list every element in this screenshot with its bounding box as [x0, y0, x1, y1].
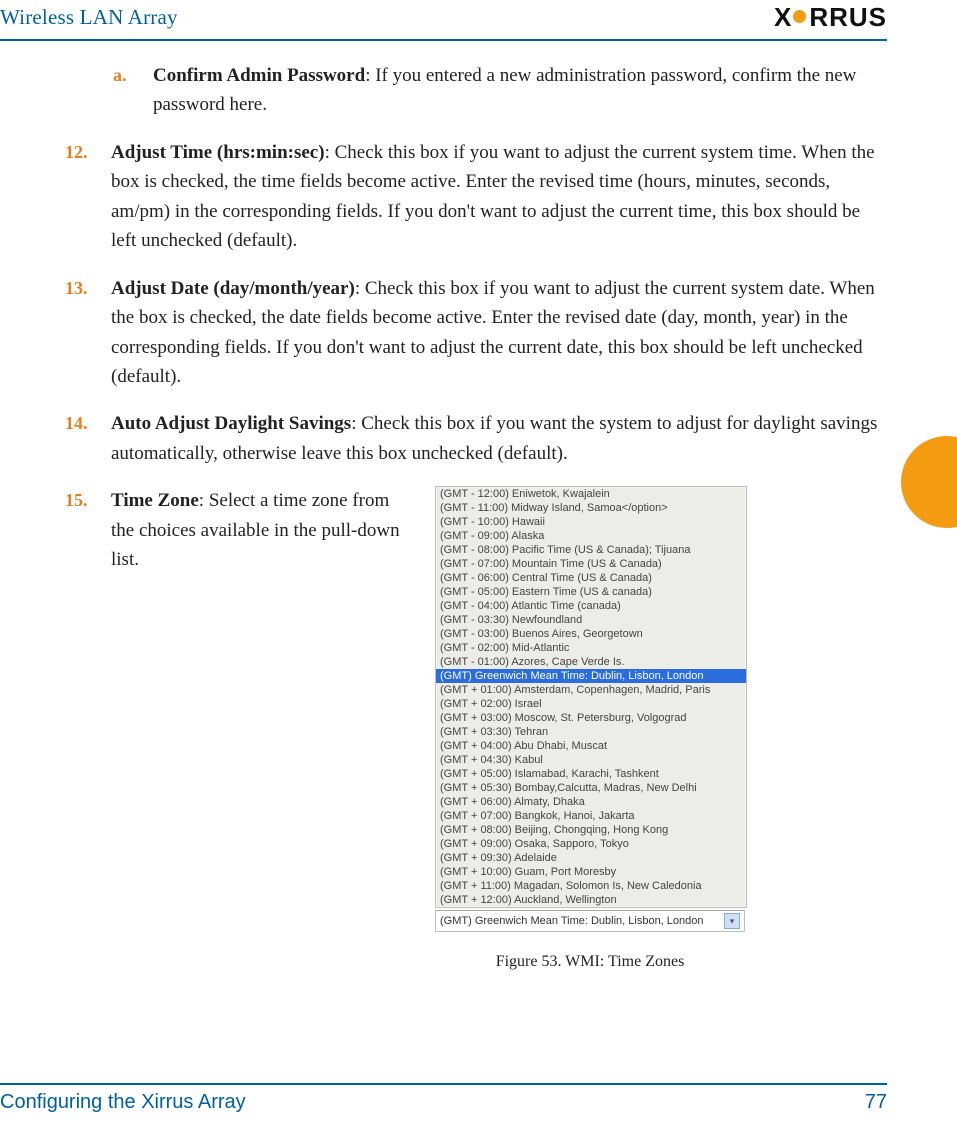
timezone-option[interactable]: (GMT + 09:30) Adelaide [436, 851, 746, 865]
figure-caption: Figure 53. WMI: Time Zones [435, 950, 745, 975]
timezone-option[interactable]: (GMT - 03:30) Newfoundland [436, 613, 746, 627]
timezone-option[interactable]: (GMT - 09:00) Alaska [436, 529, 746, 543]
timezone-option[interactable]: (GMT - 10:00) Hawaii [436, 515, 746, 529]
timezone-option[interactable]: (GMT - 06:00) Central Time (US & Canada) [436, 571, 746, 585]
time-zone-description: Time Zone: Select a time zone from the c… [111, 486, 411, 574]
header-title: Wireless LAN Array [0, 5, 178, 30]
list-text: Time Zone: Select a time zone from the c… [111, 486, 887, 975]
list-item: 13. Adjust Date (day/month/year): Check … [65, 274, 887, 392]
list-lead: Time Zone [111, 490, 199, 511]
timezone-option[interactable]: (GMT + 11:00) Magadan, Solomon Is, New C… [436, 879, 746, 893]
timezone-option[interactable]: (GMT - 05:00) Eastern Time (US & canada) [436, 585, 746, 599]
timezone-option[interactable]: (GMT - 11:00) Midway Island, Samoa</opti… [436, 501, 746, 515]
timezone-option[interactable]: (GMT - 08:00) Pacific Time (US & Canada)… [436, 543, 746, 557]
timezone-option[interactable]: (GMT + 02:00) Israel [436, 697, 746, 711]
list-lead: Adjust Date (day/month/year) [111, 278, 355, 299]
list-marker: a. [109, 61, 153, 120]
time-zone-select[interactable]: (GMT) Greenwich Mean Time: Dublin, Lisbo… [435, 910, 745, 932]
timezone-option[interactable]: (GMT + 01:00) Amsterdam, Copenhagen, Mad… [436, 683, 746, 697]
list-marker: 12. [65, 138, 111, 256]
list-item: 14. Auto Adjust Daylight Savings: Check … [65, 409, 887, 468]
timezone-option[interactable]: (GMT + 04:30) Kabul [436, 753, 746, 767]
timezone-option[interactable]: (GMT + 03:00) Moscow, St. Petersburg, Vo… [436, 711, 746, 725]
list-item: 12. Adjust Time (hrs:min:sec): Check thi… [65, 138, 887, 256]
footer-page-number: 77 [865, 1091, 887, 1114]
list-lead: Auto Adjust Daylight Savings [111, 413, 351, 434]
timezone-option[interactable]: (GMT + 05:00) Islamabad, Karachi, Tashke… [436, 767, 746, 781]
brand-dot-icon [793, 10, 806, 23]
chevron-down-icon[interactable]: ▾ [724, 913, 740, 929]
timezone-option[interactable]: (GMT - 07:00) Mountain Time (US & Canada… [436, 557, 746, 571]
time-zone-listbox[interactable]: (GMT - 12:00) Eniwetok, Kwajalein (GMT -… [435, 486, 747, 908]
list-text: Adjust Date (day/month/year): Check this… [111, 274, 887, 392]
list-text: Adjust Time (hrs:min:sec): Check this bo… [111, 138, 887, 256]
timezone-option[interactable]: (GMT - 01:00) Azores, Cape Verde Is. [436, 655, 746, 669]
list-marker: 14. [65, 409, 111, 468]
time-zone-select-value: (GMT) Greenwich Mean Time: Dublin, Lisbo… [440, 913, 704, 929]
timezone-option-selected[interactable]: (GMT) Greenwich Mean Time: Dublin, Lisbo… [436, 669, 746, 683]
timezone-option[interactable]: (GMT - 03:00) Buenos Aires, Georgetown [436, 627, 746, 641]
list-text: Auto Adjust Daylight Savings: Check this… [111, 409, 887, 468]
timezone-option[interactable]: (GMT + 12:00) Auckland, Wellington [436, 893, 746, 907]
page-tab-icon [901, 436, 957, 528]
list-text: Confirm Admin Password: If you entered a… [153, 61, 887, 120]
list-marker: 15. [65, 486, 111, 975]
footer-section: Configuring the Xirrus Array [0, 1091, 246, 1114]
timezone-option[interactable]: (GMT + 07:00) Bangkok, Hanoi, Jakarta [436, 809, 746, 823]
timezone-option[interactable]: (GMT + 08:00) Beijing, Chongqing, Hong K… [436, 823, 746, 837]
timezone-option[interactable]: (GMT - 02:00) Mid-Atlantic [436, 641, 746, 655]
timezone-option[interactable]: (GMT + 10:00) Guam, Port Moresby [436, 865, 746, 879]
timezone-option[interactable]: (GMT + 04:00) Abu Dhabi, Muscat [436, 739, 746, 753]
timezone-option[interactable]: (GMT - 12:00) Eniwetok, Kwajalein [436, 487, 746, 501]
timezone-option[interactable]: (GMT - 04:00) Atlantic Time (canada) [436, 599, 746, 613]
timezone-option[interactable]: (GMT + 09:00) Osaka, Sapporo, Tokyo [436, 837, 746, 851]
brand-logo: X RRUS [774, 2, 887, 33]
timezone-option[interactable]: (GMT + 05:30) Bombay,Calcutta, Madras, N… [436, 781, 746, 795]
list-item: a. Confirm Admin Password: If you entere… [65, 61, 887, 120]
list-marker: 13. [65, 274, 111, 392]
brand-rest: RRUS [809, 2, 887, 33]
list-item: 15. Time Zone: Select a time zone from t… [65, 486, 887, 975]
timezone-option[interactable]: (GMT + 03:30) Tehran [436, 725, 746, 739]
list-lead: Confirm Admin Password [153, 65, 365, 86]
list-lead: Adjust Time (hrs:min:sec) [111, 142, 325, 163]
timezone-option[interactable]: (GMT + 06:00) Almaty, Dhaka [436, 795, 746, 809]
brand-x: X [774, 2, 792, 33]
